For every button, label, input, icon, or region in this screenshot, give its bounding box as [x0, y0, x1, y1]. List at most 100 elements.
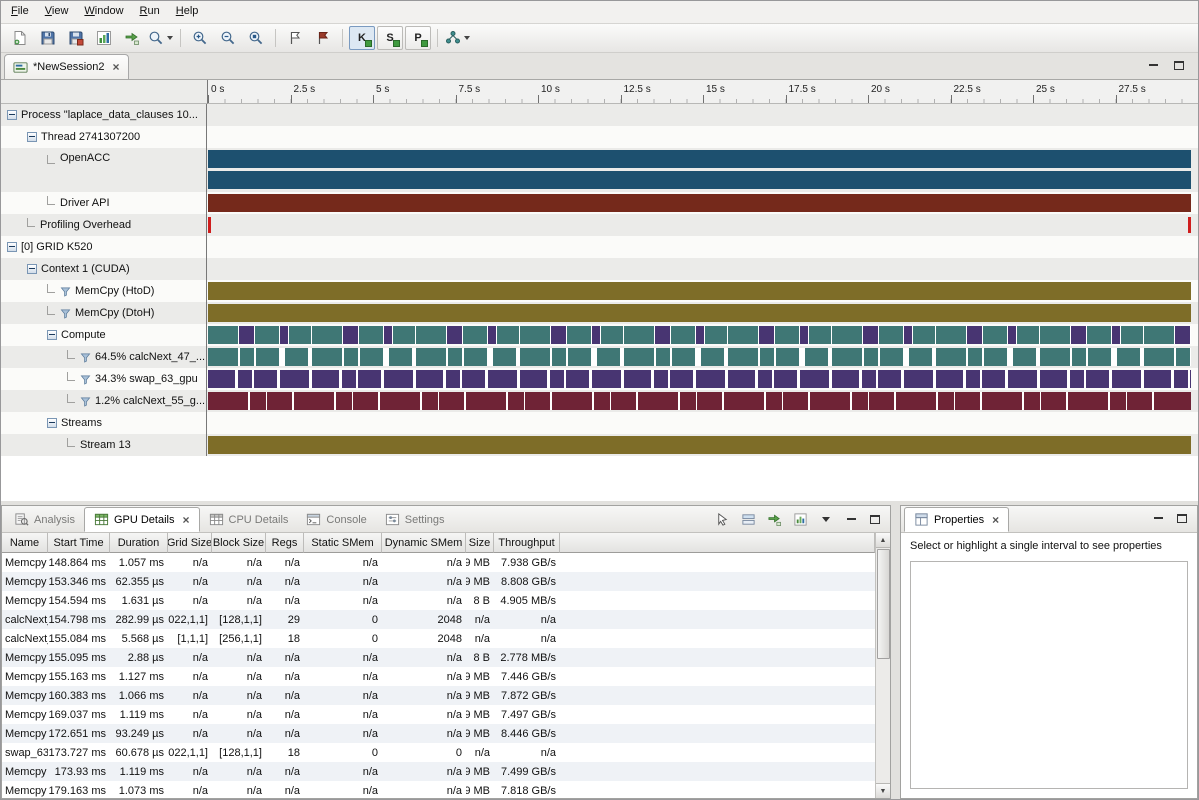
interval-bar[interactable] — [208, 326, 1191, 344]
close-icon[interactable]: × — [113, 61, 120, 73]
tab-console[interactable]: Console — [297, 507, 375, 532]
menu-view[interactable]: View — [37, 1, 77, 23]
save-all-button[interactable] — [63, 26, 89, 50]
timeline-lane-compute[interactable] — [207, 324, 1198, 346]
tree-item-openacc[interactable]: OpenACC — [1, 148, 207, 192]
search-button[interactable] — [147, 26, 174, 50]
view-menu-button[interactable] — [816, 510, 836, 528]
table-row[interactable]: Memcpy172.651 ms93.249 µsn/an/an/an/an/a… — [2, 724, 875, 743]
process-toggle-button[interactable]: P — [405, 26, 431, 50]
tree-item-context-1-cuda[interactable]: Context 1 (CUDA) — [1, 258, 207, 280]
tree-item-streams[interactable]: Streams — [1, 412, 207, 434]
tab-analysis[interactable]: Analysis — [5, 507, 84, 532]
column-header-dynamic-smem[interactable]: Dynamic SMem — [382, 533, 466, 553]
maximize-button[interactable] — [1170, 57, 1188, 73]
tab-settings[interactable]: Settings — [376, 507, 454, 532]
minimize-button[interactable] — [842, 511, 860, 527]
column-header-duration[interactable]: Duration — [110, 533, 168, 553]
timeline-lane-1-2-calcnext-55-g[interactable] — [207, 390, 1198, 412]
timeline-lane-openacc[interactable] — [207, 148, 1198, 192]
menu-window[interactable]: Window — [76, 1, 131, 23]
column-header-grid-size[interactable]: Grid Size — [168, 533, 212, 553]
table-row[interactable]: swap_63_gpu173.727 ms60.678 µs[1022,1,1]… — [2, 743, 875, 762]
marker-filled-button[interactable] — [310, 26, 336, 50]
menu-run[interactable]: Run — [132, 1, 168, 23]
kernel-toggle-button[interactable]: K — [349, 26, 375, 50]
menu-help[interactable]: Help — [168, 1, 207, 23]
collapse-expander-icon[interactable] — [47, 418, 57, 428]
tab-new-session2[interactable]: *NewSession2 × — [4, 54, 129, 79]
timeline-lane-profiling-overhead[interactable] — [207, 214, 1198, 236]
interval-bar[interactable] — [208, 392, 1191, 410]
tree-item-34-3-swap-63-gpu[interactable]: 34.3% swap_63_gpu — [1, 368, 207, 390]
collapse-expander-icon[interactable] — [7, 110, 17, 120]
interval-bar[interactable] — [208, 171, 1191, 189]
analysis-button[interactable] — [444, 26, 471, 50]
tree-item-profiling-overhead[interactable]: Profiling Overhead — [1, 214, 207, 236]
rows-button[interactable] — [738, 510, 758, 528]
column-header-throughput[interactable]: Throughput — [494, 533, 560, 553]
show-report-button[interactable] — [91, 26, 117, 50]
tree-item-thread-2741307200[interactable]: Thread 2741307200 — [1, 126, 207, 148]
close-icon[interactable]: × — [992, 514, 999, 526]
table-row[interactable]: Memcpy154.594 ms1.631 µsn/an/an/an/an/a8… — [2, 591, 875, 610]
tree-item-1-2-calcnext-55-g[interactable]: 1.2% calcNext_55_g... — [1, 390, 207, 412]
maximize-button[interactable] — [866, 511, 884, 527]
table-row[interactable]: Memcpy173.93 ms1.119 msn/an/an/an/an/a9 … — [2, 762, 875, 781]
table-row[interactable]: Memcpy148.864 ms1.057 msn/an/an/an/an/a9… — [2, 553, 875, 572]
zoom-out-button[interactable] — [215, 26, 241, 50]
tab-cpu-details[interactable]: CPU Details — [200, 507, 298, 532]
interval-bar[interactable] — [208, 282, 1191, 300]
timeline-lane-streams[interactable] — [207, 412, 1198, 434]
scroll-up-button[interactable]: ▲ — [876, 533, 891, 548]
interval-bar[interactable] — [208, 436, 1191, 454]
import-export-button[interactable] — [119, 26, 145, 50]
tree-item-driver-api[interactable]: Driver API — [1, 192, 207, 214]
timeline-lane-0-grid-k520[interactable] — [207, 236, 1198, 258]
tree-item-64-5-calcnext-47[interactable]: 64.5% calcNext_47_... — [1, 346, 207, 368]
timeline-lane-memcpy-dtoh[interactable] — [207, 302, 1198, 324]
column-header-static-smem[interactable]: Static SMem — [304, 533, 382, 553]
tab-gpu-details[interactable]: GPU Details× — [84, 507, 200, 532]
tree-item-memcpy-htod[interactable]: MemCpy (HtoD) — [1, 280, 207, 302]
interval-bar[interactable] — [208, 194, 1191, 212]
table-row[interactable]: calcNext_55155.084 ms5.568 µs[1,1,1][256… — [2, 629, 875, 648]
chart-export-button[interactable] — [790, 510, 810, 528]
timeline-lane-process-laplace-data-clauses-10[interactable] — [207, 104, 1198, 126]
timeline-lane-context-1-cuda[interactable] — [207, 258, 1198, 280]
menu-file[interactable]: File — [3, 1, 37, 23]
tree-item-process-laplace-data-clauses-10[interactable]: Process "laplace_data_clauses 10... — [1, 104, 207, 126]
tree-item-0-grid-k520[interactable]: [0] GRID K520 — [1, 236, 207, 258]
tree-item-compute[interactable]: Compute — [1, 324, 207, 346]
maximize-button[interactable] — [1173, 510, 1191, 526]
interval-bar[interactable] — [208, 150, 1191, 168]
sync-button[interactable] — [764, 510, 784, 528]
tree-item-stream-13[interactable]: Stream 13 — [1, 434, 207, 456]
column-header-size[interactable]: Size — [466, 533, 494, 553]
table-row[interactable]: Memcpy169.037 ms1.119 msn/an/an/an/an/a9… — [2, 705, 875, 724]
table-row[interactable]: Memcpy155.095 ms2.88 µsn/an/an/an/an/a8 … — [2, 648, 875, 667]
collapse-expander-icon[interactable] — [47, 330, 57, 340]
close-icon[interactable]: × — [183, 514, 190, 526]
interval-bar[interactable] — [208, 370, 1191, 388]
column-header-name[interactable]: Name — [2, 533, 48, 553]
minimize-button[interactable] — [1149, 510, 1167, 526]
column-header-regs[interactable]: Regs — [266, 533, 304, 553]
table-row[interactable]: Memcpy155.163 ms1.127 msn/an/an/an/an/a9… — [2, 667, 875, 686]
zoom-in-button[interactable] — [187, 26, 213, 50]
column-header-block-size[interactable]: Block Size — [212, 533, 266, 553]
new-session-button[interactable] — [7, 26, 33, 50]
vertical-scrollbar[interactable]: ▲ ▼ — [875, 533, 890, 798]
interval-bar[interactable] — [208, 348, 1191, 366]
timeline-lane-driver-api[interactable] — [207, 192, 1198, 214]
collapse-expander-icon[interactable] — [27, 132, 37, 142]
save-session-button[interactable] — [35, 26, 61, 50]
timeline-lane-34-3-swap-63-gpu[interactable] — [207, 368, 1198, 390]
tab-properties[interactable]: Properties × — [904, 507, 1009, 532]
table-row[interactable]: Memcpy179.163 ms1.073 msn/an/an/an/an/a9… — [2, 781, 875, 798]
collapse-expander-icon[interactable] — [27, 264, 37, 274]
pointer-button[interactable] — [712, 510, 732, 528]
table-row[interactable]: Memcpy153.346 ms62.355 µsn/an/an/an/an/a… — [2, 572, 875, 591]
timeline-lane-64-5-calcnext-47[interactable] — [207, 346, 1198, 368]
table-row[interactable]: Memcpy160.383 ms1.066 msn/an/an/an/an/a9… — [2, 686, 875, 705]
